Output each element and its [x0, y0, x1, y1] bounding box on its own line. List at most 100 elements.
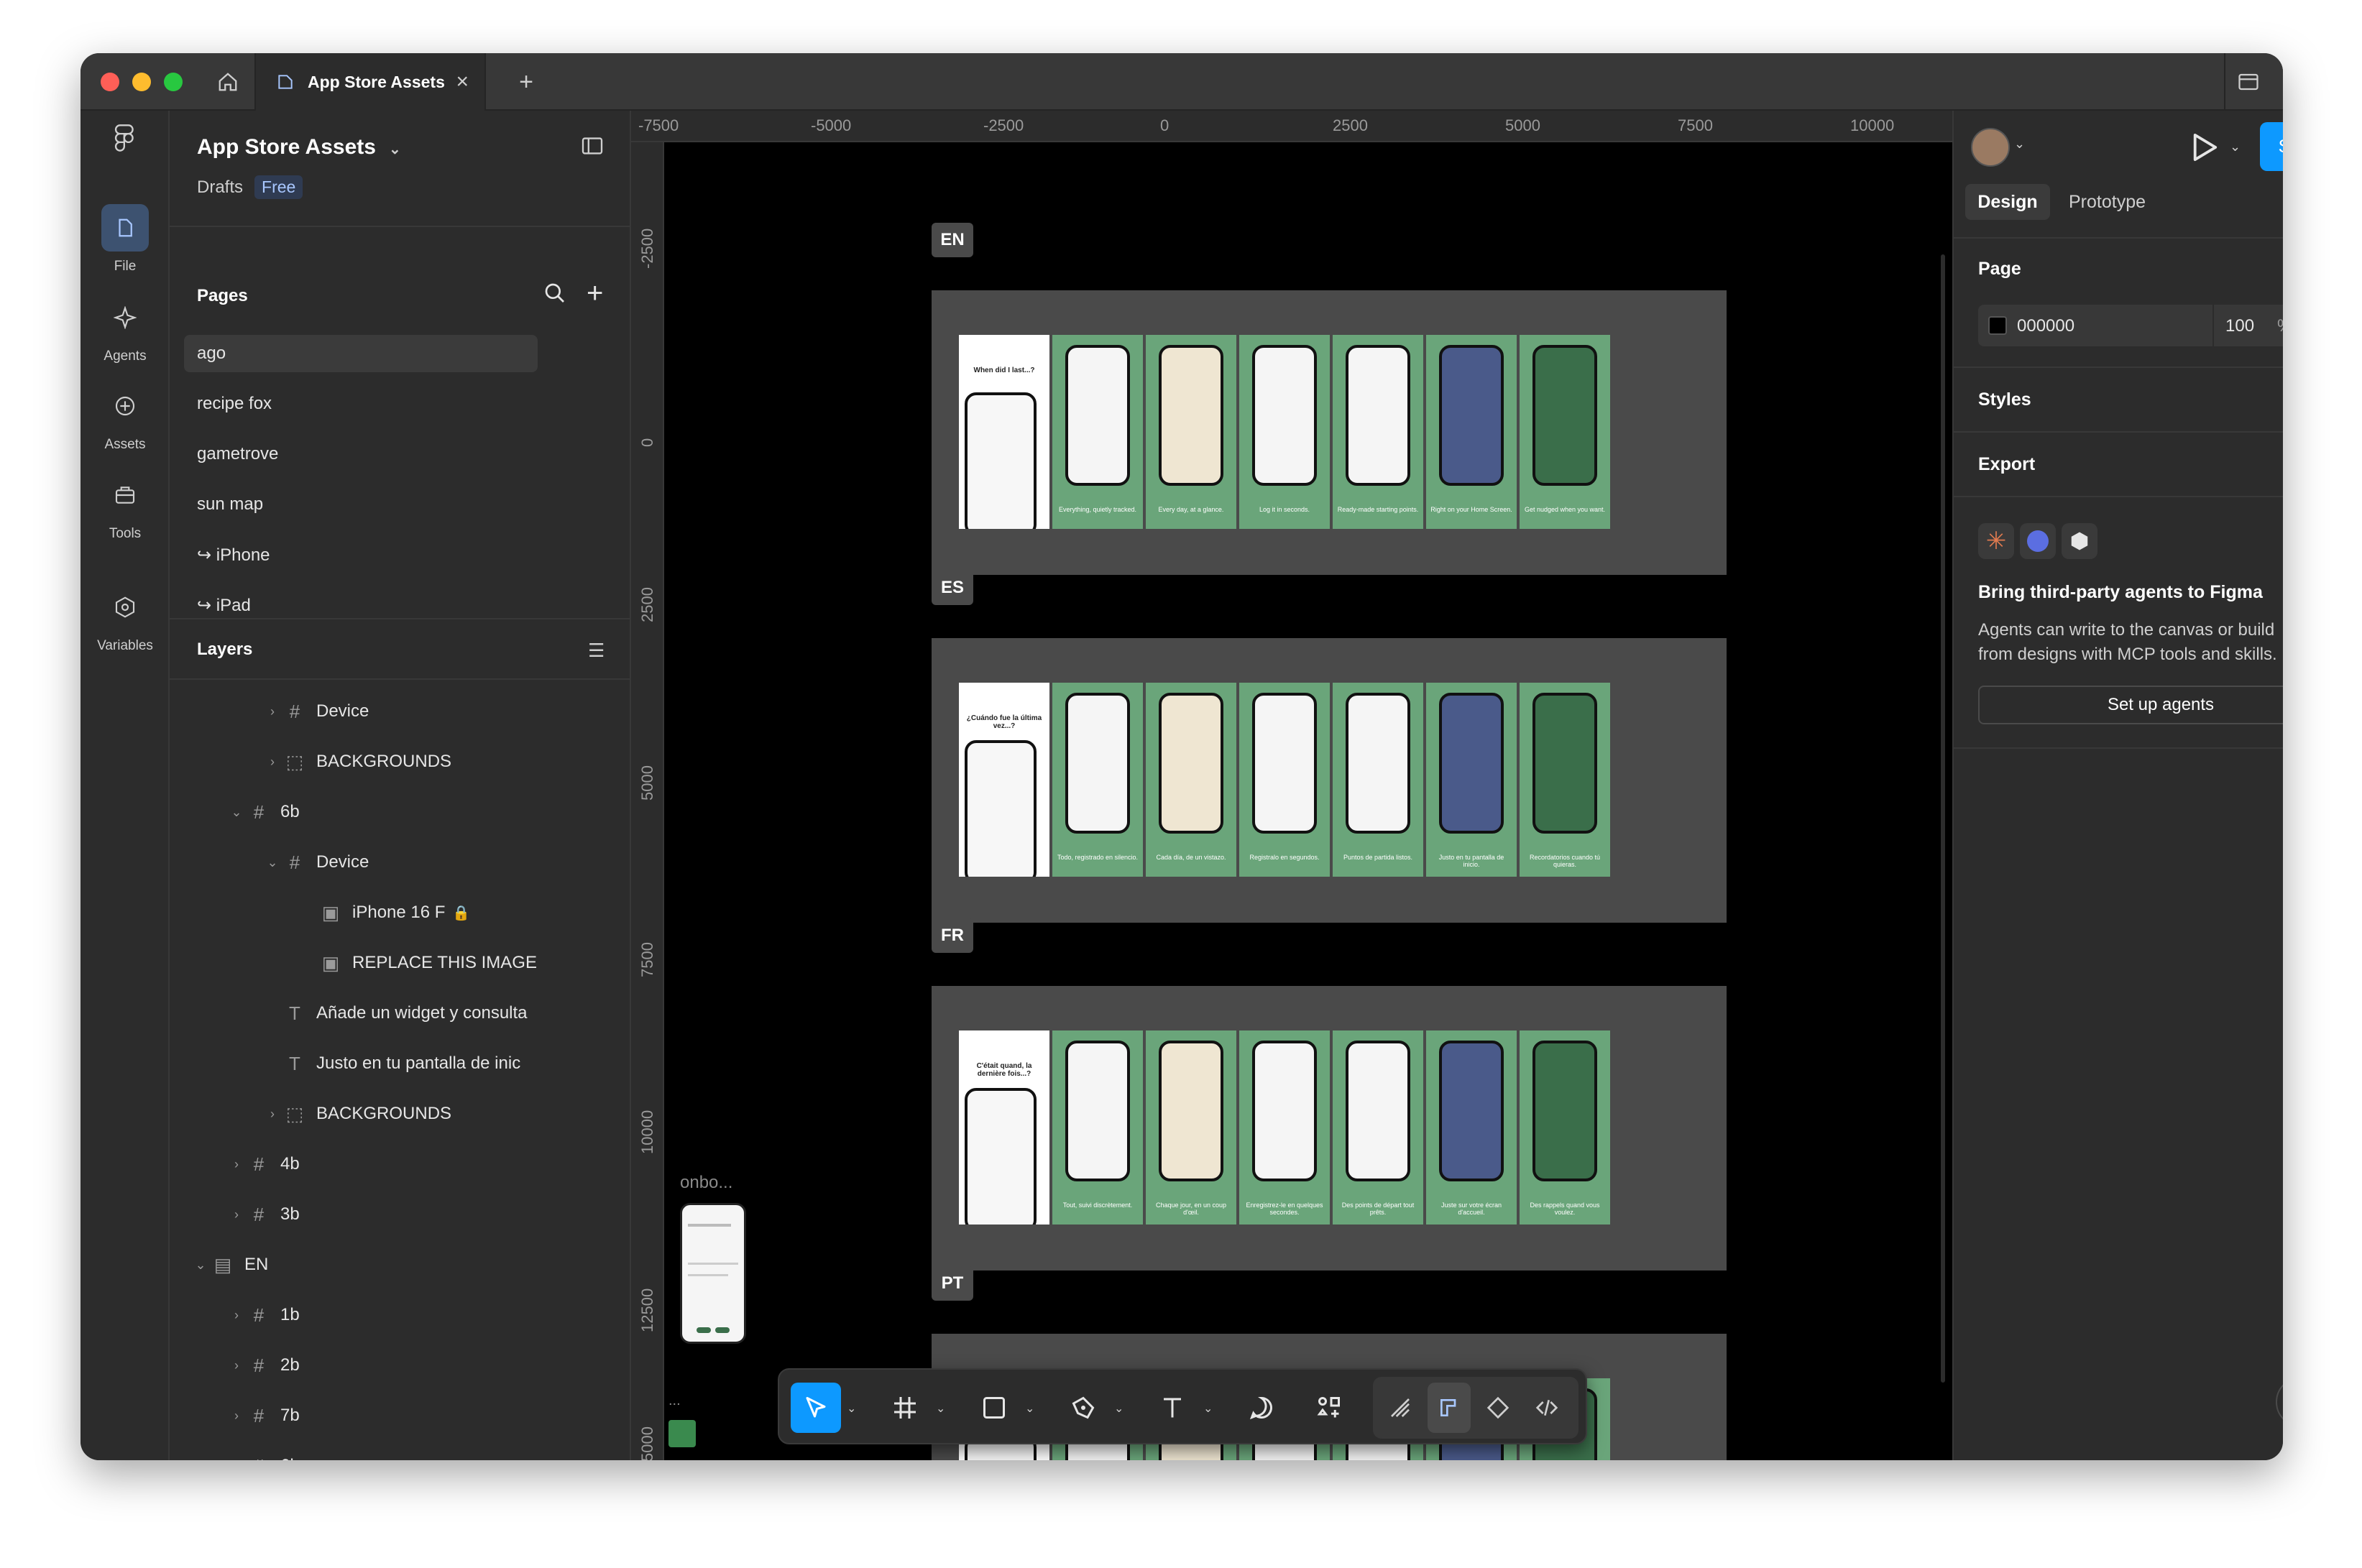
page-item[interactable]: ago [184, 335, 538, 372]
app-store-screenshot[interactable]: Enregistrez-le en quelques secondes. [1239, 1030, 1330, 1225]
tab-design[interactable]: Design [1965, 184, 2050, 220]
layer-row[interactable]: ⌄#6b [227, 790, 610, 834]
expand-chevron-icon[interactable]: › [227, 1358, 246, 1373]
help-button[interactable]: ? [2276, 1377, 2283, 1427]
chevron-down-icon[interactable]: ⌄ [1203, 1401, 1213, 1416]
expand-chevron-icon[interactable]: ⌄ [227, 1459, 246, 1461]
page-fill-field[interactable]: 000000 100 % [1978, 305, 2283, 346]
file-tab[interactable]: App Store Assets × [254, 53, 486, 111]
chevron-down-icon[interactable]: ⌄ [2230, 139, 2241, 155]
section-label[interactable]: ES [932, 571, 973, 605]
close-window-button[interactable] [101, 73, 119, 91]
expand-chevron-icon[interactable]: ⌄ [191, 1258, 210, 1273]
component-mode-tool[interactable] [1476, 1383, 1520, 1433]
add-page-button[interactable]: + [587, 277, 603, 310]
chevron-down-icon[interactable]: ⌄ [1025, 1401, 1034, 1416]
app-store-screenshot[interactable]: Recordatorios cuando tú quieras. [1520, 683, 1610, 877]
app-store-screenshot[interactable]: ¿Cuándo fue la última vez...? [959, 683, 1049, 877]
expand-chevron-icon[interactable]: › [263, 1107, 282, 1122]
layer-row[interactable]: › #2b [227, 1344, 610, 1387]
page-item[interactable]: recipe fox [184, 385, 538, 423]
app-store-screenshot[interactable]: Justo en tu pantalla de inicio. [1426, 683, 1517, 877]
chevron-down-icon[interactable]: ⌄ [847, 1401, 856, 1416]
app-store-screenshot[interactable]: Right on your Home Screen. [1426, 335, 1517, 529]
layer-row[interactable]: T Justo en tu pantalla de inic [263, 1042, 610, 1085]
rail-variables[interactable]: Variables [81, 584, 170, 654]
layer-row[interactable]: ⌄#6b [227, 1444, 610, 1461]
expand-chevron-icon[interactable]: › [227, 1157, 246, 1172]
app-store-screenshot[interactable]: Everything, quietly tracked. [1052, 335, 1143, 529]
sidebar-toggle-button[interactable] [2224, 53, 2271, 111]
drafts-label[interactable]: Drafts [197, 177, 243, 198]
page-item[interactable]: sun map [184, 486, 538, 523]
layer-row[interactable]: › #1b [227, 1293, 610, 1337]
layer-row[interactable]: › # Device [263, 690, 610, 733]
chevron-down-icon[interactable]: ⌄ [936, 1401, 945, 1416]
app-store-screenshot[interactable]: C'était quand, la dernière fois...? [959, 1030, 1049, 1225]
share-button[interactable]: Share [2260, 122, 2283, 171]
comment-tool[interactable] [1236, 1383, 1287, 1433]
collapse-layers-icon[interactable]: ☰ [588, 640, 605, 662]
app-store-screenshot[interactable]: Tout, suivi discrètement. [1052, 1030, 1143, 1225]
set-up-agents-button[interactable]: Set up agents [1978, 686, 2283, 724]
app-store-screenshot[interactable]: Chaque jour, en un coup d'œil. [1146, 1030, 1236, 1225]
home-button[interactable] [204, 53, 252, 111]
app-store-screenshot[interactable]: Cada día, de un vistazo. [1146, 683, 1236, 877]
app-store-screenshot[interactable]: Registralo en segundos. [1239, 683, 1330, 877]
layer-row[interactable]: › #7b [227, 1394, 610, 1437]
layer-row[interactable]: T Añade un widget y consulta [263, 992, 610, 1035]
color-swatch[interactable] [1988, 316, 2007, 335]
expand-chevron-icon[interactable]: › [263, 704, 282, 719]
side-frame-thumbnail[interactable] [680, 1203, 746, 1344]
canvas[interactable]: -7500 -5000 -2500 0 2500 5000 7500 10000 -2500 0… [631, 111, 1952, 1460]
app-store-screenshot[interactable]: Todo, registrado en silencio. [1052, 683, 1143, 877]
rail-agents[interactable]: Agents [81, 294, 170, 364]
app-store-screenshot[interactable]: Juste sur votre écran d'accueil. [1426, 1030, 1517, 1225]
expand-chevron-icon[interactable]: ⌄ [263, 855, 282, 870]
chevron-down-icon[interactable]: ⌄ [1114, 1401, 1123, 1416]
section-label[interactable]: FR [932, 918, 973, 953]
section-label[interactable]: EN [932, 223, 973, 257]
page-item[interactable]: ↪ iPhone [184, 536, 538, 573]
present-button[interactable] [2191, 132, 2218, 166]
section-label[interactable]: PT [932, 1266, 973, 1301]
layer-row[interactable]: ⌄ # Device [263, 841, 610, 884]
expand-chevron-icon[interactable]: › [227, 1207, 246, 1222]
layer-row[interactable]: ▣ iPhone 16 F 🔒 [299, 891, 610, 934]
panel-toggle-button[interactable] [581, 137, 604, 159]
expand-chevron-icon[interactable]: ⌄ [227, 805, 246, 820]
app-store-screenshot[interactable]: Des points de départ tout prêts. [1333, 1030, 1423, 1225]
search-pages-button[interactable] [543, 282, 566, 308]
zoom-window-button[interactable] [164, 73, 183, 91]
rail-file[interactable]: File [81, 204, 170, 275]
opacity-value[interactable]: 100 [2225, 316, 2254, 336]
rail-assets[interactable]: Assets [81, 382, 170, 453]
app-store-screenshot[interactable]: Every day, at a glance. [1146, 335, 1236, 529]
layer-row[interactable]: › #4b [227, 1143, 610, 1186]
app-store-screenshot[interactable]: When did I last...? [959, 335, 1049, 529]
page-item[interactable]: gametrove [184, 435, 538, 473]
shape-tool[interactable] [969, 1383, 1019, 1433]
app-store-screenshot[interactable]: Des rappels quand vous voulez. [1520, 1030, 1610, 1225]
avatar[interactable] [1971, 128, 2010, 167]
layer-row[interactable]: ⌄ ▤ EN [191, 1243, 610, 1286]
new-tab-button[interactable]: + [505, 53, 548, 111]
layer-row[interactable]: ▣ REPLACE THIS IMAGE [299, 941, 610, 984]
move-tool[interactable] [791, 1383, 841, 1433]
plugin-thumbnail-icon[interactable] [668, 1420, 696, 1447]
app-store-screenshot[interactable]: Ready-made starting points. [1333, 335, 1423, 529]
app-store-screenshot[interactable]: Puntos de partida listos. [1333, 683, 1423, 877]
layer-row[interactable]: › #3b [227, 1193, 610, 1236]
expand-chevron-icon[interactable]: › [227, 1308, 246, 1323]
expand-chevron-icon[interactable]: › [263, 755, 282, 770]
tab-prototype[interactable]: Prototype [2069, 184, 2146, 220]
section-frame[interactable]: ¿Cuándo fue la última vez...? Todo, regis… [932, 638, 1727, 923]
text-tool[interactable] [1147, 1383, 1198, 1433]
layer-row[interactable]: › ⬚ BACKGROUNDS [263, 1092, 610, 1135]
lock-icon[interactable]: 🔒 [452, 904, 470, 922]
design-mode-tool[interactable] [1428, 1383, 1471, 1433]
expand-chevron-icon[interactable]: › [227, 1408, 246, 1424]
minimize-window-button[interactable] [132, 73, 151, 91]
dev-mode-tool[interactable] [1525, 1383, 1568, 1433]
pen-tool[interactable] [1058, 1383, 1108, 1433]
